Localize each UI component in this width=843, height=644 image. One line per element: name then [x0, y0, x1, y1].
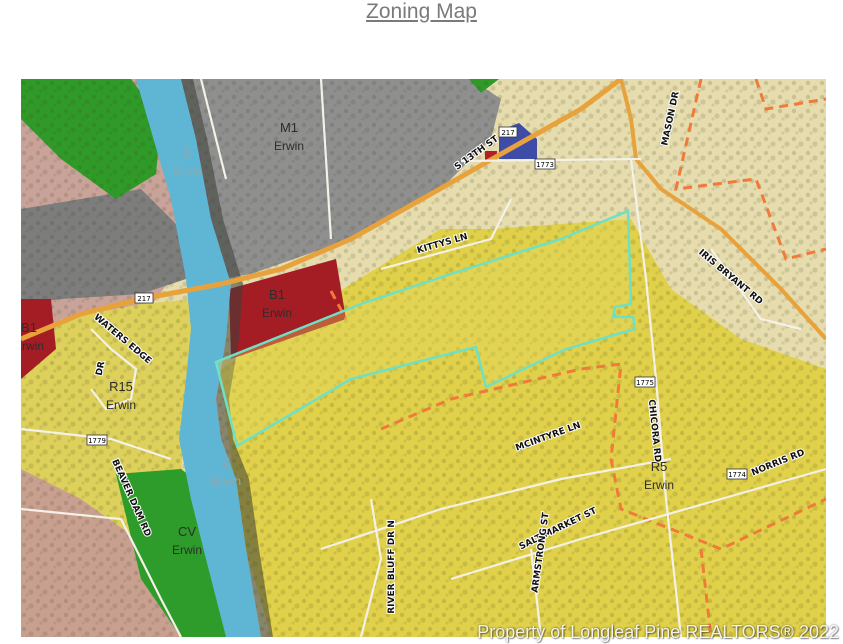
svg-text:Erwin: Erwin: [262, 306, 292, 320]
route-shield-1775: 1775: [634, 376, 656, 388]
svg-text:Erwin: Erwin: [21, 339, 44, 353]
svg-text:1773: 1773: [536, 161, 554, 169]
svg-text:Erwin: Erwin: [274, 139, 304, 153]
page-title: Zoning Map: [366, 0, 477, 23]
svg-text:Erwin: Erwin: [106, 398, 136, 412]
svg-text:Erwin: Erwin: [172, 164, 202, 178]
svg-text:M1: M1: [280, 120, 298, 135]
svg-text:1775: 1775: [636, 379, 654, 387]
svg-text:217: 217: [137, 295, 150, 303]
svg-text:Erwin: Erwin: [172, 543, 202, 557]
svg-text:CV: CV: [178, 524, 196, 539]
svg-text:R15: R15: [109, 379, 133, 394]
watermark: Property of Longleaf Pine REALTORS® 2022: [477, 622, 839, 642]
route-shield-217-east: 217: [498, 126, 518, 138]
zoning-map[interactable]: M1 Erwin Z Erwin B1 Erwin B1 Erwin R15 E…: [21, 79, 826, 637]
route-shield-1779: 1779: [86, 434, 108, 446]
svg-text:Z: Z: [183, 145, 191, 160]
svg-text:B1: B1: [21, 320, 37, 335]
route-shield-1774: 1774: [726, 468, 748, 480]
svg-text:1774: 1774: [728, 471, 746, 479]
road-label-river-bluff-dr-n: RIVER BLUFF DR N: [387, 520, 397, 614]
svg-text:1779: 1779: [88, 437, 106, 445]
route-shield-1773: 1773: [534, 158, 556, 170]
svg-text:Z: Z: [222, 455, 230, 470]
svg-text:Erwin: Erwin: [211, 474, 241, 488]
svg-text:217: 217: [501, 129, 514, 137]
svg-text:Erwin: Erwin: [644, 478, 674, 492]
svg-text:B1: B1: [269, 287, 285, 302]
route-shield-217-west: 217: [134, 292, 154, 304]
